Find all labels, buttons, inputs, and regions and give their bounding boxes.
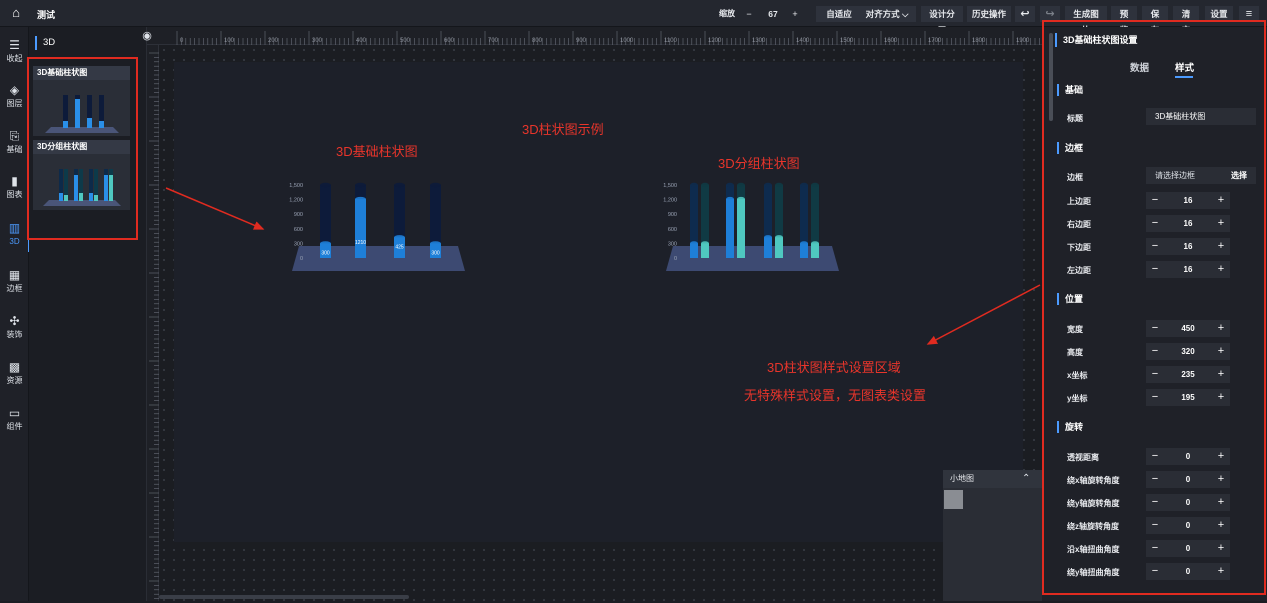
y-tick-label: 300 xyxy=(294,241,303,247)
bar-background-cap xyxy=(811,182,819,188)
bar-cap xyxy=(320,241,331,246)
y-tick-label: 900 xyxy=(668,212,677,218)
bar-series-2-cap xyxy=(811,241,819,246)
bar-series-1 xyxy=(764,237,772,258)
bar-series-2-cap xyxy=(701,241,709,246)
minimap-viewport[interactable] xyxy=(944,490,963,509)
y-tick-label: 600 xyxy=(668,227,677,233)
bar-cap xyxy=(430,241,441,246)
bar-series-1 xyxy=(726,199,734,258)
bar-value-label: 300 xyxy=(321,250,330,256)
y-tick-label: 0 xyxy=(300,256,303,262)
y-tick-label: 0 xyxy=(674,256,677,262)
bar-background-cap xyxy=(430,182,441,188)
bar-background-cap xyxy=(320,182,331,188)
horizontal-scrollbar[interactable] xyxy=(159,595,409,599)
y-tick-label: 300 xyxy=(668,241,677,247)
y-tick-label: 1,500 xyxy=(289,183,303,189)
arrow-to-canvas xyxy=(165,187,265,230)
y-tick-label: 600 xyxy=(294,227,303,233)
bar-background-cap xyxy=(394,182,405,188)
bar-background-cap xyxy=(355,182,366,188)
bar-value-label: 425 xyxy=(395,244,404,250)
bar-cap xyxy=(394,235,405,240)
bar-series-2-cap xyxy=(737,196,745,202)
bar-series-2-cap xyxy=(775,235,783,240)
bar-background-cap xyxy=(737,182,745,188)
y-tick-label: 1,500 xyxy=(663,183,677,189)
bar-series-1-cap xyxy=(726,196,734,202)
highlight-box-settings xyxy=(1042,20,1266,595)
bar-series-1-cap xyxy=(764,235,772,240)
bar-cap xyxy=(355,196,366,202)
bar xyxy=(355,199,366,258)
bar-background-cap xyxy=(690,182,698,188)
chevron-up-icon[interactable]: ⌃ xyxy=(1022,470,1032,488)
bar-background-cap xyxy=(701,182,709,188)
y-tick-label: 1,200 xyxy=(663,198,677,204)
bar-background-cap xyxy=(764,182,772,188)
bar-series-2 xyxy=(775,237,783,258)
y-tick-label: 900 xyxy=(294,212,303,218)
chart-3d-grouped-bar[interactable]: 1,500 1,200 900 600 300 0 xyxy=(657,176,842,276)
bar-background-cap xyxy=(775,182,783,188)
bar-background-cap xyxy=(800,182,808,188)
bar-series-1-cap xyxy=(690,241,698,246)
bar-series-2 xyxy=(737,199,745,258)
chart-3d-basic-bar[interactable]: 1,500 1,200 900 600 300 0 300 1210 425 300 xyxy=(283,176,468,276)
arrow-to-settings xyxy=(926,284,1041,345)
bar-series-1-cap xyxy=(800,241,808,246)
bar-background-cap xyxy=(726,182,734,188)
y-tick-label: 1,200 xyxy=(289,198,303,204)
bar-value-label: 300 xyxy=(431,250,440,256)
bar-value-label: 1210 xyxy=(355,240,366,246)
